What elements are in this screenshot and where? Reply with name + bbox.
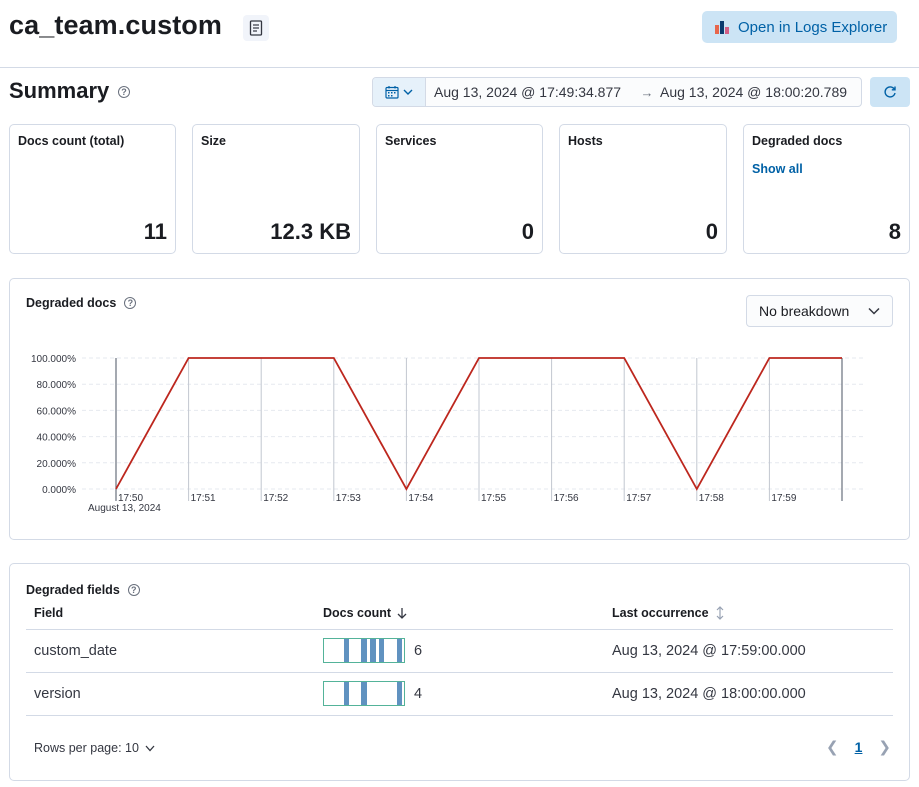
y-tick-label: 20.000%	[37, 459, 77, 470]
docs-count-value: 4	[414, 686, 423, 702]
chevron-left-icon[interactable]: ❮	[826, 738, 839, 756]
x-sub-label: August 13, 2024	[88, 503, 161, 514]
open-button-label: Open in Logs Explorer	[738, 18, 888, 36]
summary-title: Summary	[9, 78, 110, 103]
open-in-logs-explorer-button[interactable]: Open in Logs Explorer	[702, 11, 897, 43]
sparkline-bar	[361, 682, 367, 705]
x-tick-label: 17:59	[771, 493, 796, 504]
stat-value: 12.3 KB	[270, 219, 351, 244]
page-title: ca_team.custom	[9, 10, 222, 40]
sparkline-bar	[370, 639, 376, 662]
stat-value: 11	[143, 219, 167, 244]
chevron-down-icon	[145, 745, 155, 751]
x-tick-label: 17:56	[554, 493, 579, 504]
help-icon[interactable]: ?	[127, 584, 140, 596]
arrow-right-icon: →	[640, 84, 654, 100]
column-header-docs-count[interactable]: Docs count	[323, 606, 407, 620]
pagination: ❮ 1 ❯	[826, 738, 891, 756]
sparkline-bar	[396, 682, 403, 705]
stat-card-degraded-docs: Degraded docs Show all 8	[743, 124, 910, 254]
stat-label: Degraded docs	[752, 134, 843, 148]
docs-count-sparkline	[323, 681, 405, 706]
stat-value: 8	[888, 219, 901, 244]
sort-icon	[716, 606, 724, 620]
docs-count-sparkline	[323, 638, 405, 663]
sparkline-bar	[343, 682, 349, 705]
help-icon[interactable]: ?	[118, 86, 130, 98]
sparkline-bar	[343, 639, 349, 662]
stat-value: 0	[705, 219, 718, 244]
x-tick-label: 17:54	[408, 493, 433, 504]
column-header-label: Last occurrence	[612, 606, 709, 620]
stat-label: Size	[201, 134, 227, 148]
last-occurrence-value: Aug 13, 2024 @ 18:00:00.000	[612, 686, 806, 702]
stat-value: 0	[521, 219, 534, 244]
y-tick-label: 100.000%	[31, 354, 76, 365]
sparkline-bar	[396, 639, 403, 662]
x-tick-label: 17:51	[191, 493, 216, 504]
date-picker: Aug 13, 2024 @ 17:49:34.877 → Aug 13, 20…	[372, 77, 862, 107]
y-tick-label: 0.000%	[42, 485, 76, 496]
field-name: version	[34, 686, 81, 702]
refresh-icon	[884, 86, 896, 98]
degraded-docs-panel: Degraded docs ? No breakdown 100.000% 80.…	[9, 278, 910, 540]
sort-descending-icon	[397, 608, 407, 619]
column-header-field[interactable]: Field	[34, 606, 63, 620]
date-start[interactable]: Aug 13, 2024 @ 17:49:34.877	[426, 84, 634, 100]
page-header: ca_team.custom Open in Logs Explorer	[0, 0, 919, 68]
column-header-last-occurrence[interactable]: Last occurrence	[612, 606, 725, 620]
rows-per-page-label: Rows per page: 10	[34, 741, 139, 755]
logs-explorer-icon	[715, 21, 729, 34]
docs-count-value: 6	[414, 643, 423, 659]
page-number-button[interactable]: 1	[855, 739, 863, 755]
divider	[26, 629, 893, 630]
calendar-icon	[385, 86, 399, 99]
degraded-fields-panel: Degraded fields ? Field Docs count Last …	[9, 563, 910, 781]
quick-select-button[interactable]	[373, 78, 426, 106]
panel-title: Degraded fields ?	[26, 583, 140, 597]
stat-card-hosts: Hosts 0	[559, 124, 727, 254]
y-tick-label: 40.000%	[37, 433, 77, 444]
y-tick-label: 80.000%	[37, 380, 77, 391]
stat-label: Hosts	[568, 134, 603, 148]
document-icon[interactable]	[243, 15, 269, 41]
rows-per-page-button[interactable]: Rows per page: 10	[34, 741, 155, 755]
sparkline-bar	[379, 639, 385, 662]
x-tick-label: 17:55	[481, 493, 506, 504]
x-tick-label: 17:57	[626, 493, 651, 504]
chevron-right-icon[interactable]: ❯	[878, 738, 891, 756]
stat-label: Services	[385, 134, 437, 148]
column-header-label: Docs count	[323, 606, 392, 620]
last-occurrence-value: Aug 13, 2024 @ 17:59:00.000	[612, 643, 806, 659]
stat-card-docs-count: Docs count (total) 11	[9, 124, 176, 254]
chevron-down-icon	[403, 89, 413, 95]
stat-label: Docs count (total)	[18, 134, 125, 148]
divider	[26, 672, 893, 673]
sparkline-bar	[361, 639, 367, 662]
x-tick-label: 17:52	[263, 493, 288, 504]
refresh-button[interactable]	[870, 77, 910, 107]
date-end[interactable]: Aug 13, 2024 @ 18:00:20.789	[660, 84, 847, 100]
divider	[26, 715, 893, 716]
stat-card-services: Services 0	[376, 124, 543, 254]
field-name: custom_date	[34, 643, 118, 659]
degraded-docs-chart: 100.000% 80.000% 60.000% 40.000% 20.000% 0.00…	[31, 354, 866, 514]
x-tick-label: 17:53	[336, 493, 361, 504]
x-tick-label: 17:58	[699, 493, 724, 504]
stat-card-size: Size 12.3 KB	[192, 124, 360, 254]
degraded-fields-title: Degraded fields	[26, 583, 120, 597]
show-all-link[interactable]: Show all	[752, 162, 803, 176]
y-tick-label: 60.000%	[37, 406, 77, 417]
